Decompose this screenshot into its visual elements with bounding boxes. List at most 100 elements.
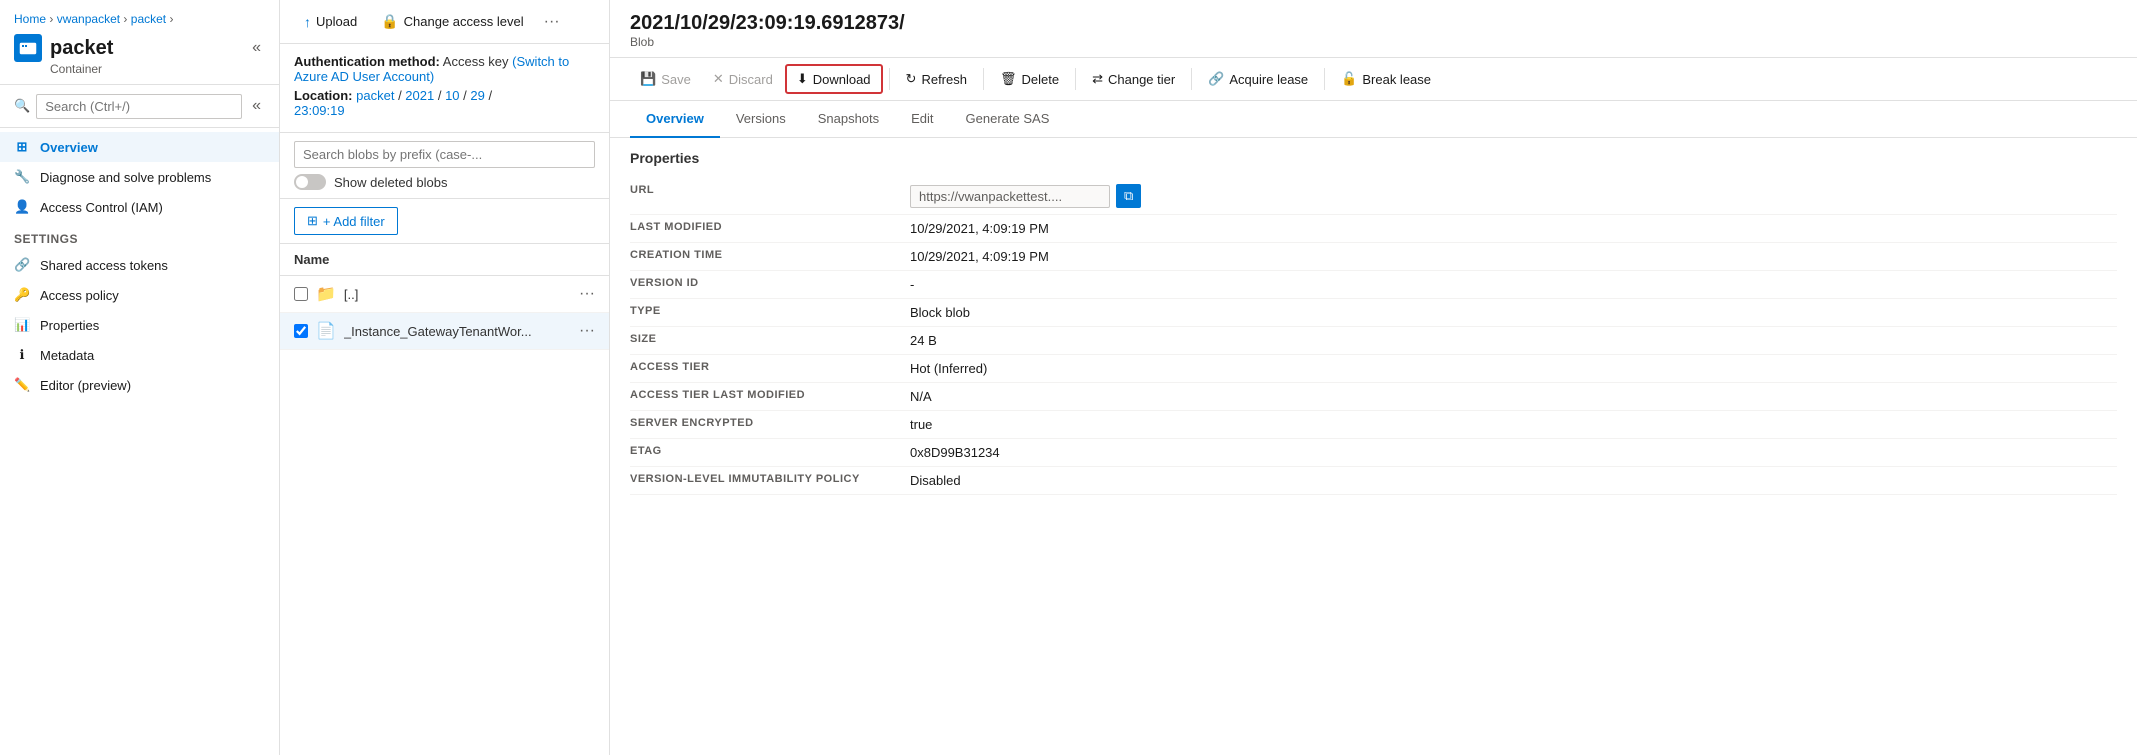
sidebar-item-overview[interactable]: ⊞ Overview — [0, 132, 279, 162]
middle-panel: ↑ Upload 🔒 Change access level ··· Authe… — [280, 0, 610, 755]
auth-location-label: Location: — [294, 88, 353, 103]
file-checkbox-instance[interactable] — [294, 324, 308, 338]
save-button[interactable]: 💾 Save — [630, 66, 701, 92]
prop-val-creation-time: 10/29/2021, 4:09:19 PM — [910, 249, 1049, 264]
prop-row-type: TYPE Block blob — [630, 299, 2117, 327]
blob-subtitle: Blob — [630, 35, 2117, 49]
sidebar-item-access-policy[interactable]: 🔑 Access policy — [0, 280, 279, 310]
auth-method-row: Authentication method: Access key (Switc… — [294, 54, 595, 84]
copy-url-button[interactable]: ⧉ — [1116, 184, 1141, 208]
middle-toolbar: ↑ Upload 🔒 Change access level ··· — [280, 0, 609, 44]
blob-toolbar: 💾 Save ✕ Discard ⬇ Download ↻ Refresh 🗑 … — [610, 58, 2137, 101]
resource-name: packet — [50, 37, 113, 60]
location-29-link[interactable]: 29 — [470, 88, 484, 103]
sidebar-item-shared-access-label: Shared access tokens — [40, 258, 168, 273]
prop-row-url: URL https://vwanpackettest.... ⧉ — [630, 178, 2117, 215]
prop-row-last-modified: LAST MODIFIED 10/29/2021, 4:09:19 PM — [630, 215, 2117, 243]
nav-section: ⊞ Overview 🔧 Diagnose and solve problems… — [0, 128, 279, 404]
overview-icon: ⊞ — [14, 139, 30, 155]
sidebar-item-iam[interactable]: 👤 Access Control (IAM) — [0, 192, 279, 222]
sidebar-item-metadata[interactable]: ℹ Metadata — [0, 340, 279, 370]
iam-icon: 👤 — [14, 199, 30, 215]
download-button[interactable]: ⬇ Download — [785, 64, 883, 94]
prop-val-access-tier-modified: N/A — [910, 389, 932, 404]
tab-edit[interactable]: Edit — [895, 101, 949, 138]
break-lease-button[interactable]: 🔓 Break lease — [1331, 66, 1441, 92]
file-item-instance[interactable]: 📄 _Instance_GatewayTenantWor... ··· — [280, 313, 609, 350]
blob-search-input[interactable] — [294, 141, 595, 168]
toolbar-divider-5 — [1324, 68, 1325, 90]
more-options-button[interactable]: ··· — [538, 9, 566, 35]
refresh-button[interactable]: ↻ Refresh — [896, 66, 977, 92]
breadcrumb-home[interactable]: Home — [14, 12, 46, 26]
document-icon: 📄 — [316, 321, 336, 341]
discard-label: Discard — [729, 72, 773, 87]
diagnose-icon: 🔧 — [14, 169, 30, 185]
change-access-button[interactable]: 🔒 Change access level — [371, 8, 533, 35]
prop-val-access-tier: Hot (Inferred) — [910, 361, 987, 376]
show-deleted-toggle[interactable] — [294, 174, 326, 190]
filter-plus-icon: ⊞ — [307, 213, 318, 229]
prop-val-server-encrypted: true — [910, 417, 932, 432]
sidebar-item-shared-access-tokens[interactable]: 🔗 Shared access tokens — [0, 250, 279, 280]
change-access-label: Change access level — [404, 14, 524, 29]
upload-icon: ↑ — [304, 14, 311, 30]
collapse-sidebar-button[interactable]: « — [248, 35, 265, 61]
sidebar-item-diagnose-label: Diagnose and solve problems — [40, 170, 211, 185]
break-lease-icon: 🔓 — [1341, 71, 1357, 87]
shared-access-icon: 🔗 — [14, 257, 30, 273]
properties-title: Properties — [630, 150, 2117, 166]
location-10-link[interactable]: 10 — [445, 88, 459, 103]
breadcrumb-vwanpacket[interactable]: vwanpacket — [57, 12, 120, 26]
metadata-icon: ℹ — [14, 347, 30, 363]
prop-val-type: Block blob — [910, 305, 970, 320]
sidebar-item-iam-label: Access Control (IAM) — [40, 200, 163, 215]
location-time-link[interactable]: 23:09:19 — [294, 103, 345, 118]
breadcrumb-packet[interactable]: packet — [131, 12, 166, 26]
change-tier-button[interactable]: ⇄ Change tier — [1082, 66, 1185, 92]
file-item-parent[interactable]: 📁 [..] ··· — [280, 276, 609, 313]
blob-search-section: Show deleted blobs — [280, 133, 609, 199]
tab-snapshots[interactable]: Snapshots — [802, 101, 895, 138]
auth-location-row: Location: packet / 2021 / 10 / 29 / 23:0… — [294, 88, 595, 118]
file-checkbox-parent[interactable] — [294, 287, 308, 301]
file-more-instance[interactable]: ··· — [579, 322, 595, 340]
location-2021-link[interactable]: 2021 — [405, 88, 434, 103]
tab-versions[interactable]: Versions — [720, 101, 802, 138]
prop-key-creation-time: CREATION TIME — [630, 249, 910, 261]
location-packet-link[interactable]: packet — [356, 88, 394, 103]
discard-button[interactable]: ✕ Discard — [703, 66, 783, 92]
collapse-nav-button[interactable]: « — [248, 93, 265, 119]
toolbar-divider-1 — [889, 68, 890, 90]
sidebar-item-editor[interactable]: ✏️ Editor (preview) — [0, 370, 279, 400]
prop-row-server-encrypted: SERVER ENCRYPTED true — [630, 411, 2117, 439]
access-policy-icon: 🔑 — [14, 287, 30, 303]
right-panel: 2021/10/29/23:09:19.6912873/ Blob 💾 Save… — [610, 0, 2137, 755]
upload-button[interactable]: ↑ Upload — [294, 9, 367, 35]
file-name-instance: _Instance_GatewayTenantWor... — [344, 324, 571, 339]
settings-section-label: Settings — [0, 222, 279, 250]
tab-overview[interactable]: Overview — [630, 101, 720, 138]
editor-icon: ✏️ — [14, 377, 30, 393]
sidebar-item-properties[interactable]: 📊 Properties — [0, 310, 279, 340]
add-filter-button[interactable]: ⊞ + Add filter — [294, 207, 398, 235]
prop-val-etag: 0x8D99B31234 — [910, 445, 1000, 460]
search-input[interactable] — [36, 94, 242, 119]
prop-key-server-encrypted: SERVER ENCRYPTED — [630, 417, 910, 429]
blob-title: 2021/10/29/23:09:19.6912873/ — [630, 12, 2117, 35]
auth-info: Authentication method: Access key (Switc… — [280, 44, 609, 133]
tab-generate-sas[interactable]: Generate SAS — [950, 101, 1066, 138]
prop-key-immutability: VERSION-LEVEL IMMUTABILITY POLICY — [630, 473, 910, 485]
prop-row-access-tier: ACCESS TIER Hot (Inferred) — [630, 355, 2117, 383]
sidebar-item-diagnose[interactable]: 🔧 Diagnose and solve problems — [0, 162, 279, 192]
prop-val-immutability: Disabled — [910, 473, 961, 488]
toolbar-divider-3 — [1075, 68, 1076, 90]
file-more-parent[interactable]: ··· — [579, 285, 595, 303]
delete-button[interactable]: 🗑 Delete — [990, 66, 1069, 92]
prop-key-access-tier: ACCESS TIER — [630, 361, 910, 373]
prop-key-type: TYPE — [630, 305, 910, 317]
breadcrumb: Home › vwanpacket › packet › — [14, 12, 265, 26]
acquire-lease-button[interactable]: 🔗 Acquire lease — [1198, 66, 1318, 92]
prop-row-access-tier-modified: ACCESS TIER LAST MODIFIED N/A — [630, 383, 2117, 411]
toolbar-divider-2 — [983, 68, 984, 90]
